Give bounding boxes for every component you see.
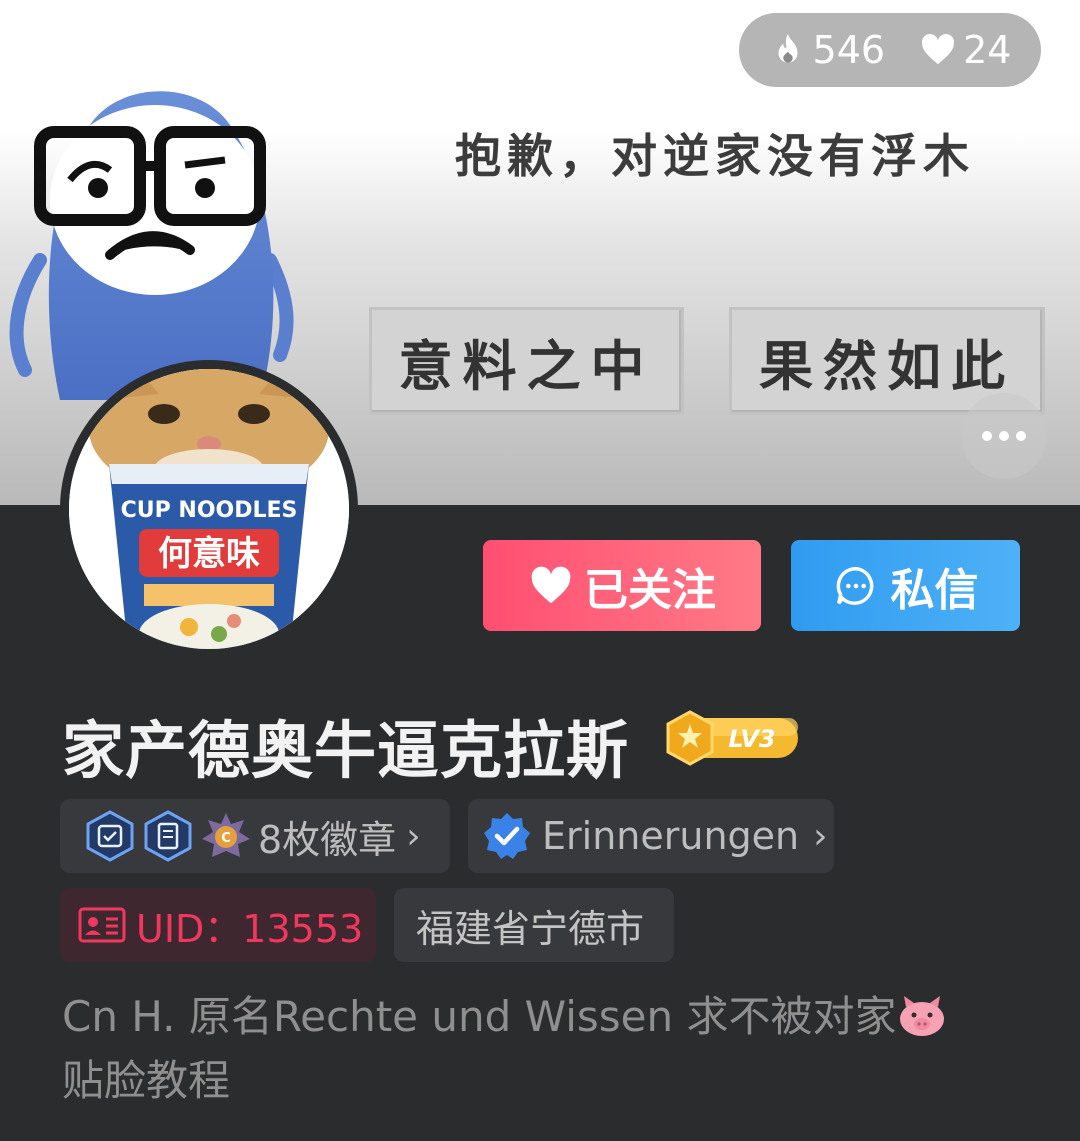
uid-label: UID：13553: [136, 906, 364, 951]
verify-label: Erinnerungen: [542, 814, 800, 858]
heat-count: 546: [812, 28, 886, 72]
chat-bubble-icon: [836, 566, 873, 605]
pig-icon: [900, 996, 945, 1036]
id-card-icon: [78, 907, 126, 943]
avatar[interactable]: CUP NOODLES 何意味: [60, 360, 358, 658]
meme-button-left: 意料之中: [369, 307, 684, 415]
follow-button[interactable]: 已关注: [483, 540, 761, 631]
bio-line-1: Cn H. 原名Rechte und Wissen 求不被对家: [62, 992, 897, 1041]
meme-caption: 抱歉，对逆家没有浮木: [455, 129, 975, 183]
calendar-badge-icon: [86, 810, 134, 862]
more-options-button[interactable]: [961, 393, 1047, 479]
heart-icon: [531, 566, 571, 603]
likes-stat: 24: [919, 28, 1011, 72]
flame-icon: [778, 34, 798, 63]
svg-text:C: C: [221, 831, 231, 846]
likes-count: 24: [963, 28, 1012, 72]
avatar-image: CUP NOODLES 何意味: [69, 369, 349, 649]
svg-text:何意味: 何意味: [158, 534, 260, 574]
chevron-right-icon: ›: [406, 815, 421, 857]
badges-chip[interactable]: C 8枚徽章 ›: [60, 799, 450, 873]
username: 家产德奥牛逼克拉斯: [62, 714, 630, 787]
mascot-illustration: [9, 91, 294, 400]
chevron-right-icon: ›: [813, 815, 828, 857]
heart-icon: [922, 34, 955, 65]
svg-text:CUP NOODLES: CUP NOODLES: [121, 498, 298, 523]
uid-chip[interactable]: UID：13553: [60, 888, 376, 962]
document-badge-icon: [144, 810, 192, 862]
verification-chip[interactable]: Erinnerungen ›: [468, 799, 834, 873]
heat-stat: 546: [769, 28, 886, 72]
uid-value: 13553: [242, 906, 364, 951]
bio-line-2: 贴脸教程: [62, 1056, 231, 1105]
badges-label: 8枚徽章: [258, 817, 397, 862]
star-medal-badge-icon: C: [202, 813, 250, 857]
message-button[interactable]: 私信: [791, 540, 1020, 631]
location-chip: 福建省宁德市: [394, 888, 674, 962]
more-dots-icon: [982, 431, 992, 441]
level-text: LV3: [728, 725, 775, 753]
level-badge: LV3: [666, 710, 798, 766]
bio: Cn H. 原名Rechte und Wissen 求不被对家 贴脸教程: [62, 985, 1022, 1113]
message-label: 私信: [890, 564, 979, 616]
verified-check-icon: [484, 813, 530, 859]
stats-pill: 546 24: [739, 13, 1041, 87]
follow-label: 已关注: [584, 564, 716, 616]
